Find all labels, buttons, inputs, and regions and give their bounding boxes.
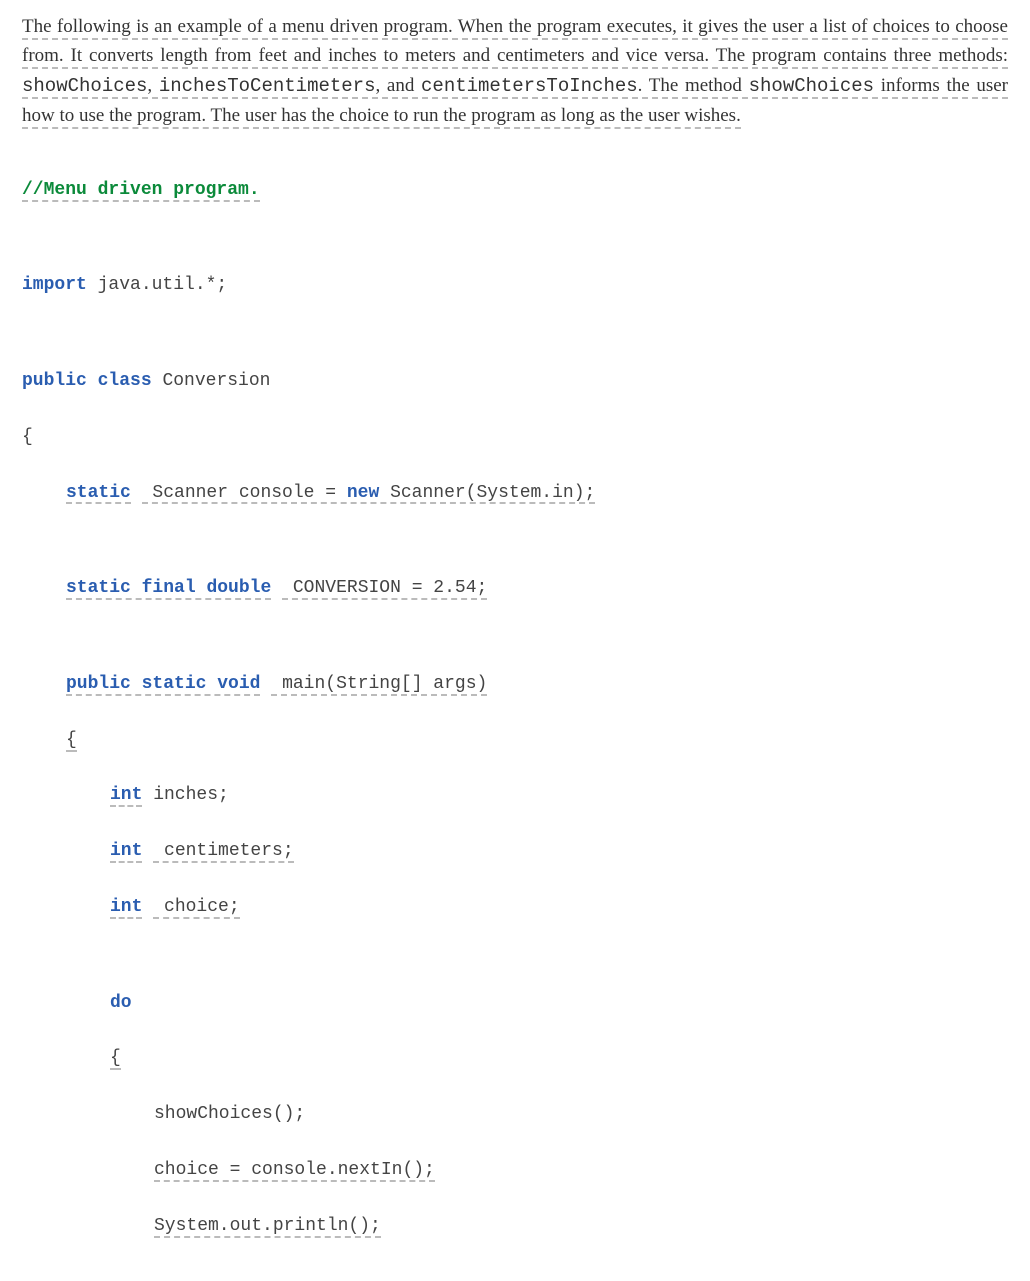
static-kw2: static: [66, 578, 131, 598]
public-keyword: public: [22, 371, 87, 391]
program-description: The following is an example of a menu dr…: [22, 12, 1008, 131]
public-kw2: public: [66, 674, 131, 694]
var2-name: centimeters;: [153, 841, 293, 861]
stmt-println: System.out.println();: [154, 1216, 381, 1236]
int-kw3: int: [110, 897, 142, 917]
final-kw: final: [142, 578, 196, 598]
int-kw2: int: [110, 841, 142, 861]
var3-name: choice;: [153, 897, 239, 917]
code-block: //Menu driven program. import java.util.…: [22, 149, 1008, 1269]
var1-name: inches;: [142, 785, 228, 805]
constant-text: CONVERSION = 2.54;: [282, 578, 487, 598]
main-signature: main(String[] args): [271, 674, 487, 694]
double-kw: double: [206, 578, 271, 598]
main-open-brace: {: [66, 730, 77, 750]
static-kw3: static: [142, 674, 207, 694]
scanner-text2: Scanner(System.in);: [379, 483, 595, 503]
stmt-choice: choice = console.nextIn();: [154, 1160, 435, 1180]
do-open-brace: {: [110, 1048, 121, 1068]
description-text: The following is an example of a menu dr…: [22, 16, 1008, 129]
class-keyword: class: [98, 371, 152, 391]
void-kw: void: [217, 674, 260, 694]
import-keyword: import: [22, 275, 87, 295]
class-open-brace: {: [22, 427, 33, 447]
static-keyword: static: [66, 483, 131, 503]
stmt-showchoices: showChoices();: [154, 1104, 305, 1124]
import-text: java.util.*;: [87, 275, 227, 295]
scanner-text1: Scanner console =: [142, 483, 347, 503]
do-keyword: do: [110, 993, 132, 1013]
class-name: Conversion: [152, 371, 271, 391]
int-kw1: int: [110, 785, 142, 805]
code-comment: //Menu driven program.: [22, 180, 260, 200]
new-keyword: new: [347, 483, 379, 503]
